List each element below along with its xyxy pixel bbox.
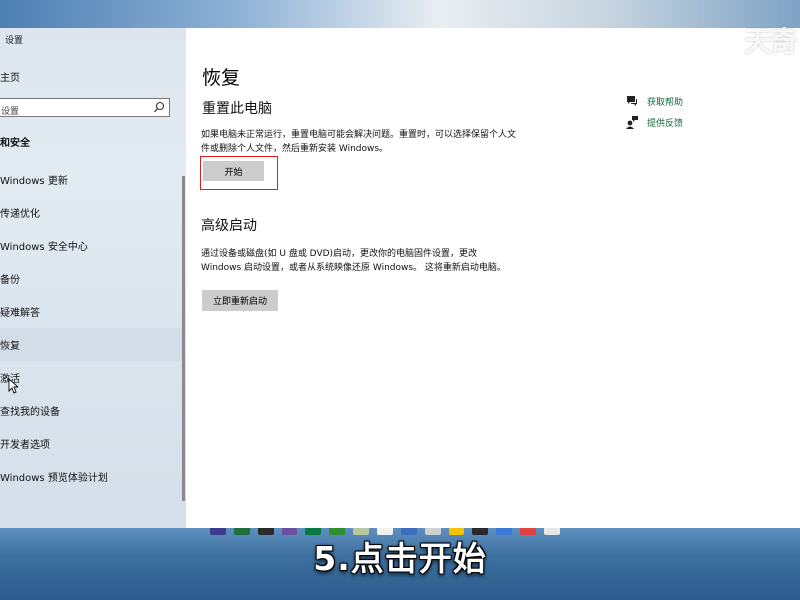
feedback-icon [626, 116, 638, 129]
sidebar-item-label: Windows 更新 [0, 176, 68, 187]
sidebar-item-activation[interactable]: 激活 [0, 361, 182, 394]
give-feedback-label: 提供反馈 [647, 118, 684, 129]
sidebar-item-label: 恢复 [0, 341, 20, 352]
advanced-startup-heading: 高级启动 [201, 218, 257, 234]
sidebar-item-label: 传递优化 [0, 209, 40, 220]
desktop-wallpaper-top [0, 0, 800, 28]
chat-help-icon [627, 96, 637, 106]
settings-window: 主页 和安全 Windows 更新 传递优化 Windows 安全中心 备份 疑… [0, 28, 800, 528]
tutorial-caption: 5.点击开始 [313, 539, 487, 578]
sidebar-item-delivery-optimization[interactable]: 传递优化 [0, 196, 182, 229]
search-box[interactable] [0, 98, 170, 121]
sidebar-item-recovery[interactable]: 恢复 [0, 328, 182, 361]
get-help-label: 获取帮助 [647, 97, 684, 108]
sidebar-item-windows-insider[interactable]: Windows 预览体验计划 [0, 460, 182, 493]
restart-now-button[interactable]: 立即重新启动 [202, 290, 278, 311]
sidebar-item-find-my-device[interactable]: 查找我的设备 [0, 394, 182, 427]
start-reset-button[interactable]: 开始 [203, 161, 264, 181]
reset-pc-heading: 重置此电脑 [202, 101, 272, 117]
sidebar-item-label: 开发者选项 [0, 440, 50, 451]
sidebar-item-windows-update[interactable]: Windows 更新 [0, 163, 182, 196]
advanced-startup-description: 通过设备或磁盘(如 U 盘或 DVD)启动，更改你的电脑固件设置，更改 Wind… [201, 249, 506, 273]
sidebar-item-label: Windows 安全中心 [0, 242, 88, 253]
sidebar-item-developer-options[interactable]: 开发者选项 [0, 427, 182, 460]
sidebar-item-label: 查找我的设备 [0, 407, 60, 418]
sidebar-home[interactable]: 主页 [0, 69, 20, 84]
mouse-cursor-icon [8, 378, 18, 394]
sidebar-scrollbar[interactable] [182, 176, 185, 501]
sidebar-item-label: 备份 [0, 275, 20, 286]
sidebar: 主页 和安全 Windows 更新 传递优化 Windows 安全中心 备份 疑… [0, 28, 186, 528]
sidebar-item-label: Windows 预览体验计划 [0, 473, 108, 484]
window-title: 设置 [5, 36, 24, 46]
watermark-logo: 天奇 [743, 25, 798, 58]
sidebar-item-backup[interactable]: 备份 [0, 262, 182, 295]
sidebar-item-windows-security[interactable]: Windows 安全中心 [0, 229, 182, 262]
selection-indicator [0, 328, 3, 361]
sidebar-section-title: 和安全 [0, 138, 30, 149]
get-help-link[interactable]: 获取帮助 [625, 94, 683, 108]
search-input[interactable] [0, 103, 141, 121]
reset-pc-description: 如果电脑未正常运行，重置电脑可能会解决问题。重置时，可以选择保留个人文件或删除个… [201, 130, 517, 154]
search-icon[interactable] [153, 101, 165, 113]
give-feedback-link[interactable]: 提供反馈 [625, 115, 683, 129]
page-title: 恢复 [202, 67, 241, 89]
sidebar-item-troubleshoot[interactable]: 疑难解答 [0, 295, 182, 328]
sidebar-item-label: 疑难解答 [0, 308, 40, 319]
main-content: 恢复 重置此电脑 如果电脑未正常运行，重置电脑可能会解决问题。重置时，可以选择保… [186, 28, 800, 528]
